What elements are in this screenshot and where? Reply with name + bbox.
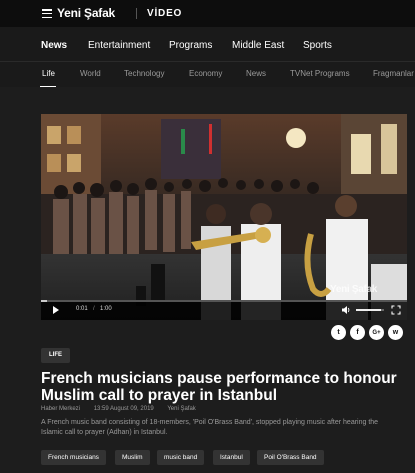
sub-nav-economy[interactable]: Economy xyxy=(189,69,222,78)
twitter-share-button[interactable]: t xyxy=(331,325,346,340)
whatsapp-share-button[interactable]: w xyxy=(388,325,403,340)
sub-nav-technology[interactable]: Technology xyxy=(124,69,164,78)
progress-bar[interactable] xyxy=(41,300,407,302)
facebook-share-button[interactable]: f xyxy=(350,325,365,340)
category-badge[interactable]: LIFE xyxy=(41,348,70,363)
main-nav-news[interactable]: News xyxy=(41,40,67,51)
duration: 1:00 xyxy=(100,306,112,312)
volume-fill xyxy=(356,309,382,311)
source: Yeni Şafak xyxy=(167,406,196,412)
timestamp: 13:59 August 09, 2019 xyxy=(93,406,154,412)
menu-icon[interactable] xyxy=(42,9,52,18)
active-tab-indicator xyxy=(40,86,56,87)
article-summary: A French music band consisting of 18-mem… xyxy=(41,419,379,436)
article-title: French musicians pause performance to ho… xyxy=(41,370,397,404)
divider xyxy=(136,8,137,19)
sub-nav-life[interactable]: Life xyxy=(42,69,55,78)
main-nav-sports[interactable]: Sports xyxy=(303,40,332,51)
tag-french-musicians[interactable]: French musicians xyxy=(41,450,106,465)
sub-nav-fragmanlar[interactable]: Fragmanlar xyxy=(373,69,414,78)
section-label[interactable]: VİDEO xyxy=(147,8,182,19)
top-bar: Yeni Şafak VİDEO xyxy=(0,0,415,27)
video-watermark: Yeni Şafak xyxy=(330,284,378,295)
google-plus-share-button[interactable]: G+ xyxy=(369,325,384,340)
tag-muslim[interactable]: Muslim xyxy=(115,450,150,465)
sub-nav-news[interactable]: News xyxy=(246,69,266,78)
fullscreen-icon[interactable] xyxy=(391,305,401,315)
main-nav-entertainment[interactable]: Entertainment xyxy=(88,40,150,51)
sub-nav: Life World Technology Economy News TVNet… xyxy=(0,61,415,87)
sub-nav-tvnet-programs[interactable]: TVNet Programs xyxy=(290,69,350,78)
sub-nav-world[interactable]: World xyxy=(80,69,101,78)
main-nav-middle-east[interactable]: Middle East xyxy=(232,40,284,51)
site-logo[interactable]: Yeni Şafak xyxy=(57,6,115,20)
tag-poil-obrass-band[interactable]: Poil O'Brass Band xyxy=(257,450,324,465)
player-controls: 0:01 / 1:00 xyxy=(41,300,407,320)
main-nav: News Entertainment Programs Middle East … xyxy=(0,27,415,61)
progress-fill xyxy=(41,300,48,302)
time-separator: / xyxy=(93,306,95,312)
volume-icon[interactable] xyxy=(341,305,351,315)
current-time: 0:01 xyxy=(76,306,88,312)
tag-istanbul[interactable]: Istanbul xyxy=(213,450,250,465)
author: Haber Merkezi xyxy=(41,406,81,412)
tag-music-band[interactable]: music band xyxy=(157,450,205,465)
volume-slider[interactable] xyxy=(356,309,384,311)
article-meta: Haber Merkezi 13:59 August 09, 2019 Yeni… xyxy=(41,406,208,412)
play-icon[interactable] xyxy=(53,306,59,314)
main-nav-programs[interactable]: Programs xyxy=(169,40,212,51)
